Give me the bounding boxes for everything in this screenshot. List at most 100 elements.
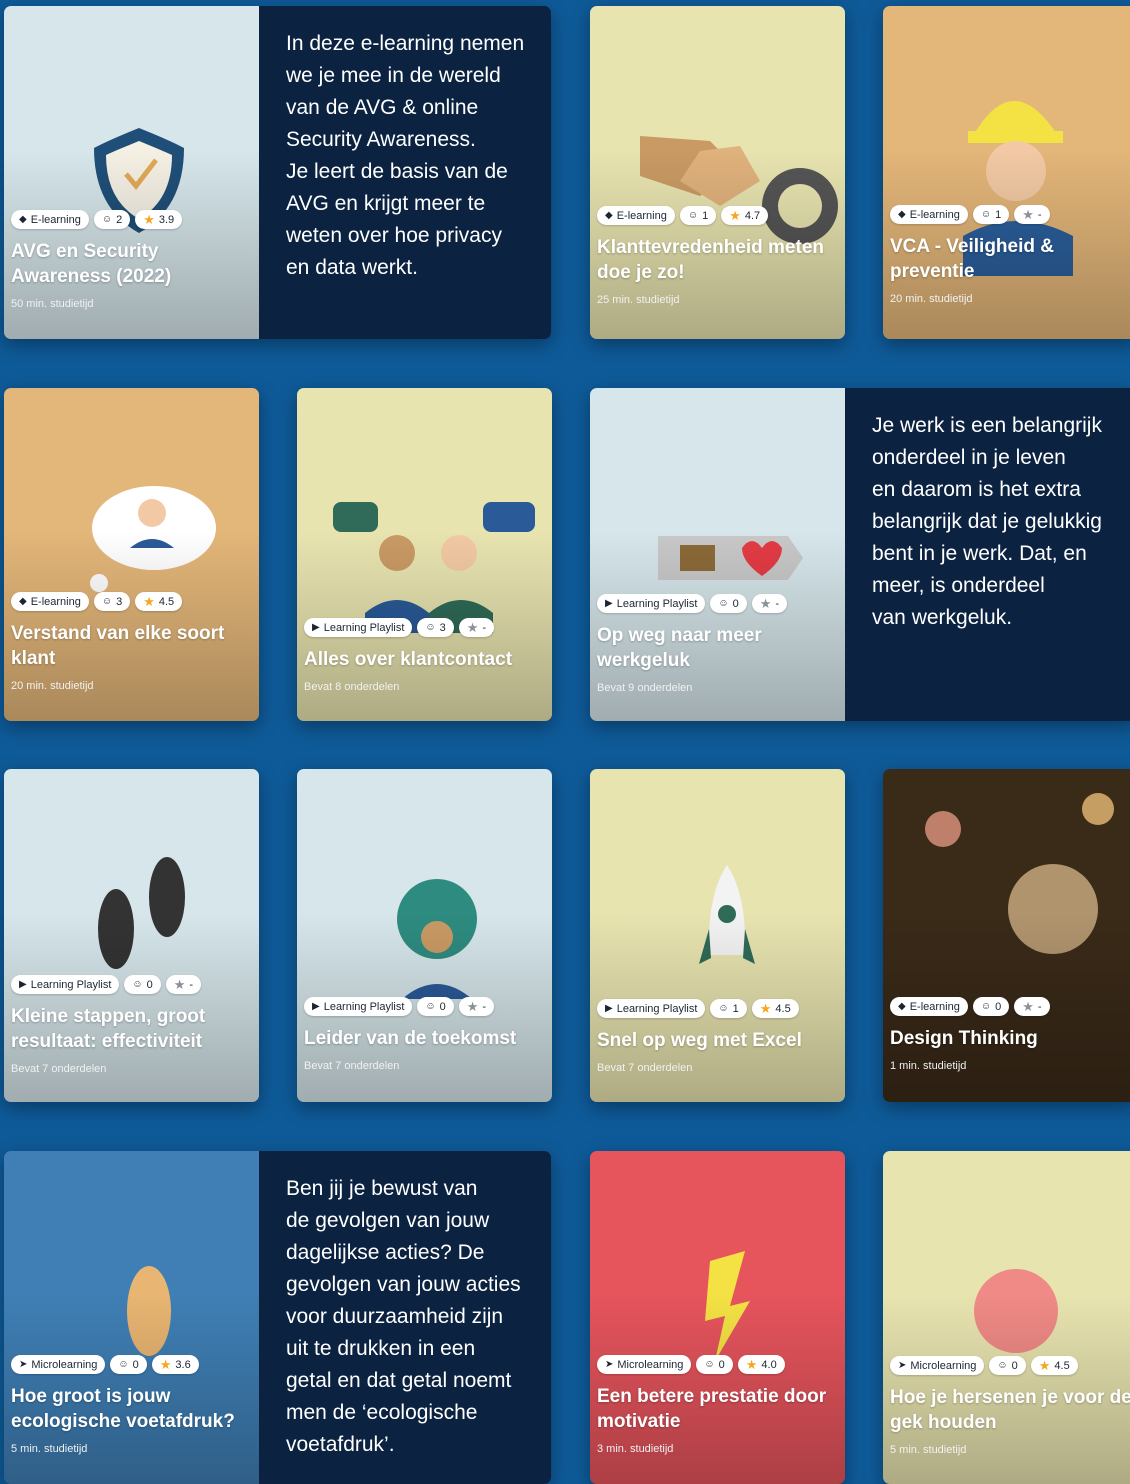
card-description: In deze e-learning nemen we je mee in de… — [259, 6, 551, 339]
card-title: AVG en Security Awareness (2022) — [11, 241, 172, 287]
user-icon: ☺ — [980, 208, 992, 220]
rating-badge: ★ 4.5 — [135, 592, 183, 611]
card-subtitle: 50 min. studietijd — [11, 298, 94, 310]
user-icon: ☺ — [101, 213, 113, 225]
star-icon: ★ — [1022, 998, 1034, 1014]
card-meta: ▶ Learning Playlist ☺ 0 ★ - Op weg naar mee… — [597, 594, 839, 694]
type-badge: ◆ E-learning — [597, 206, 675, 225]
course-card-5[interactable]: ▶ Learning Playlist ☺ 3 ★ - Alles over klan… — [297, 388, 552, 721]
course-card-12[interactable]: ➤ Microlearning ☺ 0 ★ 4.0 Een betere presta… — [590, 1151, 845, 1484]
course-card-1[interactable]: ◆ E-learning ☺ 2 ★ 3.9 AVG en Security Awar… — [4, 6, 551, 339]
course-card-7[interactable]: ▶ Learning Playlist ☺ 0 ★ - Kleine stappen,… — [4, 769, 259, 1102]
card-title: Kleine stappen, groot resultaat: effecti… — [11, 1006, 206, 1052]
rating-value: 3.9 — [158, 213, 175, 226]
course-card-8[interactable]: ▶ Learning Playlist ☺ 0 ★ - Leider van de t… — [297, 769, 552, 1102]
user-icon: ☺ — [997, 1359, 1008, 1371]
type-label: Microlearning — [910, 1359, 977, 1372]
card-meta: ◆ E-learning ☺ 0 ★ - Design Thinking 1 min.… — [890, 997, 1130, 1072]
card-illustration: ▶ Learning Playlist ☺ 0 ★ - Kleine stappen,… — [4, 769, 259, 1102]
user-icon: ☺ — [980, 1000, 992, 1012]
star-icon: ★ — [1022, 206, 1034, 222]
user-icon: ☺ — [118, 1358, 129, 1370]
rating-badge: ★ - — [1014, 997, 1050, 1016]
course-card-6[interactable]: ▶ Learning Playlist ☺ 0 ★ - Op weg naar mee… — [590, 388, 1130, 721]
course-card-2[interactable]: ◆ E-learning ☺ 1 ★ 4.7 Klanttevredenheid me… — [590, 6, 845, 339]
graduation-cap-icon: ◆ — [898, 1000, 906, 1012]
card-title: Verstand van elke soort klant — [11, 623, 225, 669]
type-label: Learning Playlist — [616, 597, 698, 610]
rating-value: 3.6 — [175, 1358, 191, 1371]
user-icon: ☺ — [425, 1000, 436, 1012]
type-label: E-learning — [30, 213, 81, 226]
enrolled-count: 0 — [439, 1000, 446, 1013]
type-badge: ➤ Microlearning — [11, 1355, 106, 1374]
card-meta: ▶ Learning Playlist ☺ 1 ★ 4.5 Snel op weg m… — [597, 999, 839, 1074]
type-label: E-learning — [616, 209, 667, 222]
rating-badge: ★ - — [1014, 205, 1050, 224]
play-icon: ▶ — [19, 978, 27, 990]
course-card-4[interactable]: ◆ E-learning ☺ 3 ★ 4.5 Verstand van elke so… — [4, 388, 259, 721]
card-illustration: ➤ Microlearning ☺ 0 ★ 3.6 Hoe groot is jouw… — [4, 1151, 259, 1484]
card-illustration: ▶ Learning Playlist ☺ 1 ★ 4.5 Snel op weg m… — [590, 769, 845, 1102]
course-card-13[interactable]: ➤ Microlearning ☺ 0 ★ 4.5 Hoe je hersenen j… — [883, 1151, 1130, 1484]
card-subtitle: 20 min. studietijd — [11, 680, 94, 692]
card-illustration: ◆ E-learning ☺ 2 ★ 3.9 AVG en Security Awar… — [4, 6, 259, 339]
star-icon: ★ — [466, 998, 479, 1014]
enrolled-count: 3 — [439, 621, 446, 634]
enrolled-count: 1 — [732, 1002, 739, 1015]
card-title: Leider van de toekomst — [304, 1028, 517, 1049]
rating-value: 4.5 — [775, 1002, 791, 1015]
card-title: Design Thinking — [890, 1028, 1038, 1049]
enrolled-count: 0 — [132, 1358, 139, 1371]
user-icon: ☺ — [704, 1358, 715, 1370]
rating-badge: ★ - — [165, 975, 202, 994]
rating-value: 4.0 — [761, 1358, 777, 1371]
lightning-icon: ➤ — [898, 1359, 907, 1371]
graduation-cap-icon: ◆ — [19, 213, 27, 225]
card-meta: ◆ E-learning ☺ 1 ★ - VCA - Veiligheid & pre… — [890, 205, 1130, 305]
star-icon: ★ — [466, 619, 479, 635]
card-description: Je werk is een belangrijk onderdeel in j… — [845, 388, 1130, 721]
user-icon: ☺ — [132, 978, 143, 990]
course-card-11[interactable]: ➤ Microlearning ☺ 0 ★ 3.6 Hoe groot is jouw… — [4, 1151, 551, 1484]
rating-value: - — [482, 1000, 487, 1013]
enrolled-count: 3 — [116, 595, 123, 608]
star-icon: ★ — [729, 207, 741, 223]
type-label: Learning Playlist — [616, 1002, 698, 1015]
star-icon: ★ — [759, 595, 772, 611]
enrolled-badge: ☺ 1 — [710, 999, 747, 1018]
type-badge: ➤ Microlearning — [890, 1356, 985, 1375]
card-title: Klanttevredenheid meten doe je zo! — [597, 237, 824, 283]
course-card-3[interactable]: ◆ E-learning ☺ 1 ★ - VCA - Veiligheid & pre… — [883, 6, 1130, 339]
card-illustration: ➤ Microlearning ☺ 0 ★ 4.5 Hoe je hersenen j… — [883, 1151, 1130, 1484]
card-title: VCA - Veiligheid & preventie — [890, 236, 1054, 282]
rating-value: - — [1037, 208, 1042, 221]
rating-badge: ★ 4.7 — [721, 206, 769, 225]
card-illustration: ➤ Microlearning ☺ 0 ★ 4.0 Een betere presta… — [590, 1151, 845, 1484]
enrolled-badge: ☺ 0 — [110, 1355, 147, 1374]
card-title: Hoe groot is jouw ecologische voetafdruk… — [11, 1386, 235, 1432]
rating-value: - — [1037, 1000, 1042, 1013]
graduation-cap-icon: ◆ — [898, 208, 906, 220]
card-subtitle: 1 min. studietijd — [890, 1060, 967, 1072]
card-meta: ▶ Learning Playlist ☺ 0 ★ - Leider van de t… — [304, 997, 546, 1072]
play-icon: ▶ — [312, 1000, 320, 1012]
rating-value: 4.5 — [1054, 1359, 1070, 1372]
type-badge: ▶ Learning Playlist — [11, 975, 120, 994]
enrolled-badge: ☺ 3 — [93, 592, 131, 611]
rating-badge: ★ 4.0 — [737, 1355, 785, 1374]
type-label: E-learning — [909, 1000, 960, 1013]
enrolled-badge: ☺ 0 — [124, 975, 161, 994]
card-illustration: ◆ E-learning ☺ 1 ★ - VCA - Veiligheid & pre… — [883, 6, 1130, 339]
card-meta: ➤ Microlearning ☺ 0 ★ 4.0 Een betere presta… — [597, 1355, 839, 1455]
play-icon: ▶ — [605, 1002, 613, 1014]
course-card-9[interactable]: ▶ Learning Playlist ☺ 1 ★ 4.5 Snel op weg m… — [590, 769, 845, 1102]
star-icon: ★ — [143, 211, 155, 227]
card-title: Op weg naar meer werkgeluk — [597, 625, 762, 671]
play-icon: ▶ — [605, 597, 613, 609]
rating-badge: ★ 3.6 — [151, 1355, 199, 1374]
course-card-10[interactable]: ◆ E-learning ☺ 0 ★ - Design Thinking 1 min.… — [883, 769, 1130, 1102]
rating-badge: ★ - — [458, 618, 495, 637]
user-icon: ☺ — [687, 209, 699, 221]
enrolled-badge: ☺ 0 — [972, 997, 1010, 1016]
